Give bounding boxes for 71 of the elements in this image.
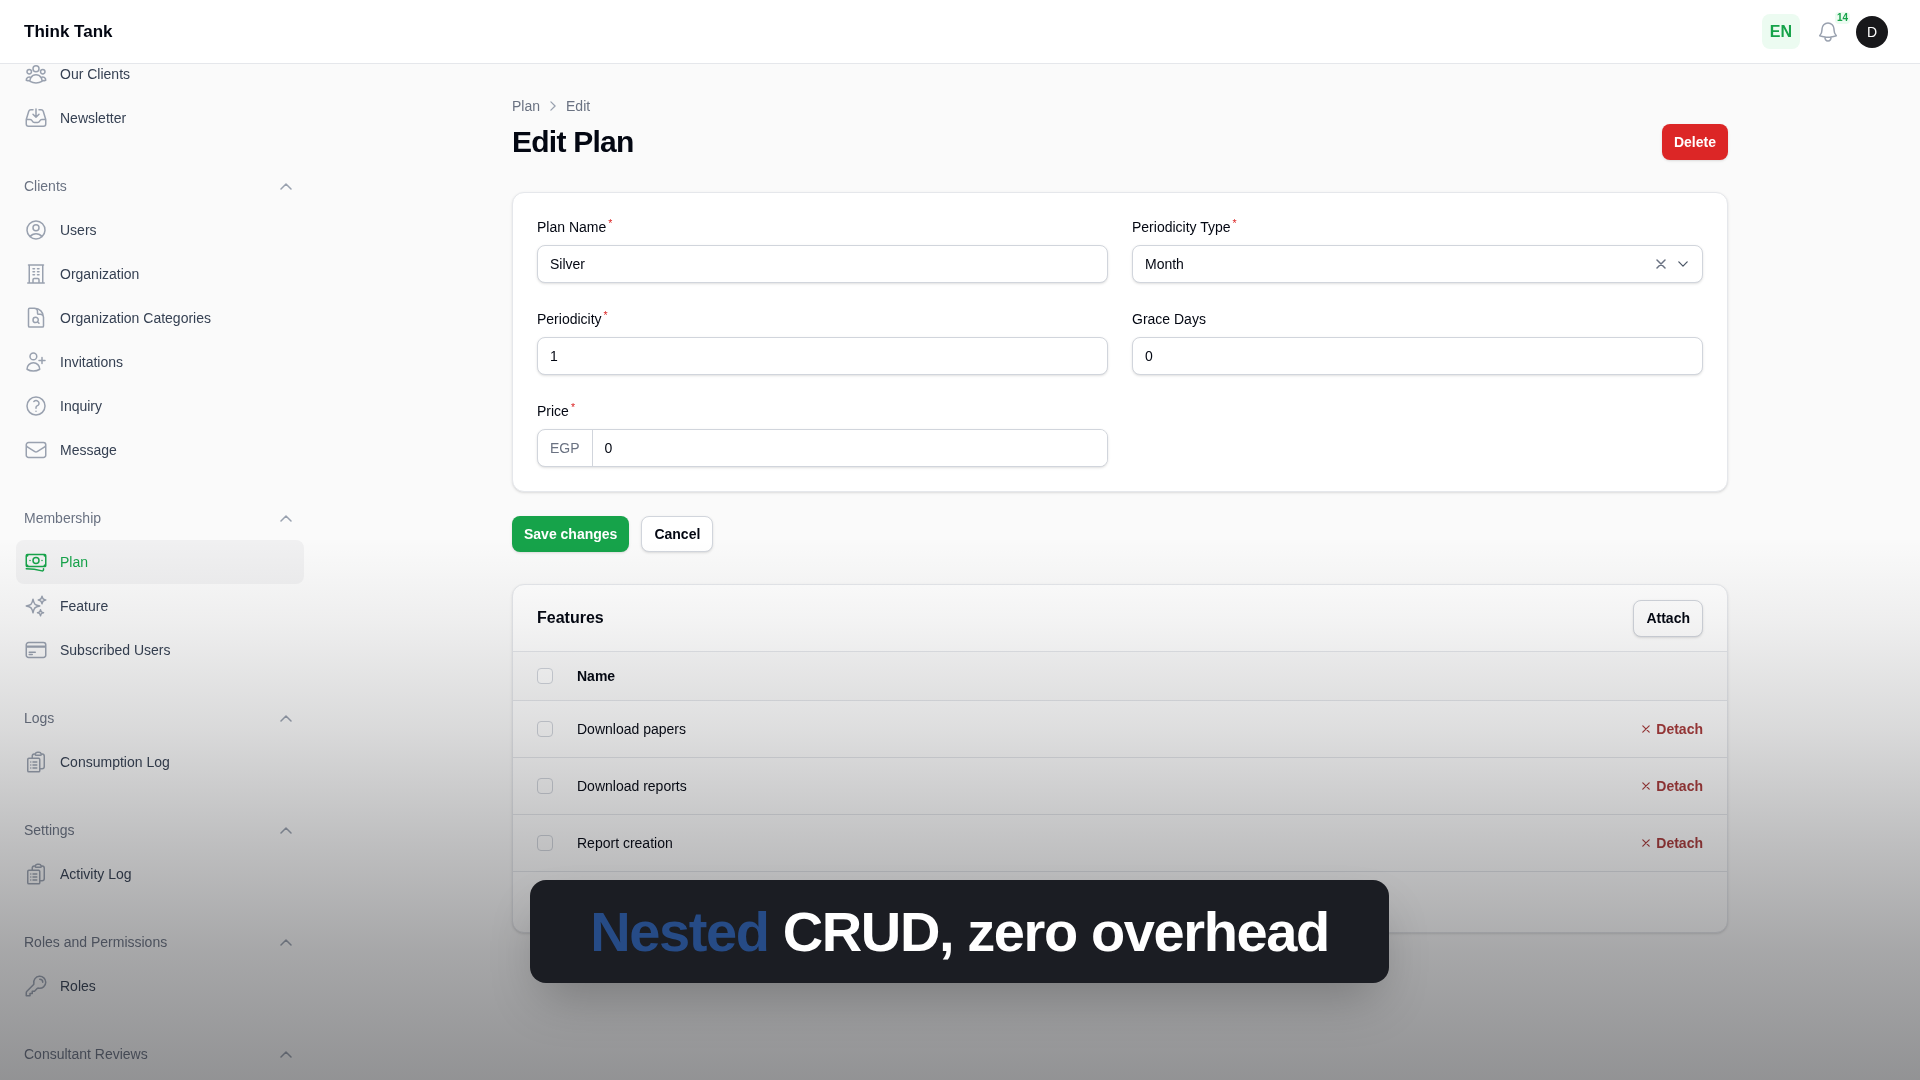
row-checkbox[interactable] (537, 721, 553, 737)
sidebar-item[interactable]: Subscribed Users (16, 628, 304, 672)
sidebar-item[interactable]: Activity Log (16, 852, 304, 896)
caption-text: Nested CRUD, zero overhead (590, 903, 1329, 960)
table-cell-text: Download papers (577, 720, 686, 739)
inbox-download-icon (24, 106, 48, 130)
sidebar-item[interactable]: Feature (16, 584, 304, 628)
cancel-button[interactable]: Cancel (641, 516, 714, 552)
chevron-up-icon (280, 826, 292, 834)
chevron-up-icon (280, 1050, 292, 1058)
sidebar-group-header[interactable]: Settings (16, 808, 304, 852)
clipboard-list-icon (24, 862, 48, 886)
chevron-right-icon (550, 101, 557, 111)
field-label: Plan Name$^{*}$ (537, 217, 614, 237)
field-label: Periodicity Type$^{*}$ (1132, 217, 1238, 237)
sidebar-item[interactable]: Users (16, 208, 304, 252)
sparkles-icon (24, 594, 48, 618)
text-input[interactable]: 0 (1132, 337, 1703, 375)
select-all-checkbox[interactable] (537, 668, 553, 684)
brand-name[interactable]: Think Tank (24, 18, 113, 45)
user-group-icon (24, 64, 48, 86)
chevron-down-icon[interactable] (1678, 261, 1688, 267)
x-icon (1642, 782, 1651, 790)
section-title: Features (537, 608, 604, 628)
price-field[interactable]: EGP 0 (537, 429, 1108, 467)
user-avatar[interactable]: D (1856, 15, 1888, 48)
sidebar-item[interactable]: Our Clients (16, 64, 304, 96)
clear-icon[interactable] (1656, 259, 1666, 269)
row-checkbox[interactable] (537, 835, 553, 851)
row-checkbox[interactable] (537, 778, 553, 794)
sidebar-item[interactable]: Roles (16, 964, 304, 1008)
select-field[interactable]: Month (1132, 245, 1703, 283)
currency-prefix: EGP (538, 430, 593, 466)
notification-badge: 14 (1834, 11, 1850, 24)
sidebar-item[interactable]: Organization (16, 252, 304, 296)
table-cell-text: Report creation (577, 834, 673, 853)
detach-button[interactable]: Detach (1642, 833, 1703, 853)
key-icon (24, 974, 48, 998)
page-title: Edit Plan (512, 124, 634, 160)
sidebar-item[interactable]: Invitations (16, 340, 304, 384)
sidebar-item[interactable]: Inquiry (16, 384, 304, 428)
field-label: Grace Days (1132, 310, 1207, 329)
text-input[interactable]: Silver (537, 245, 1108, 283)
detach-button[interactable]: Detach (1642, 776, 1703, 796)
detach-button[interactable]: Detach (1642, 719, 1703, 739)
x-icon (1642, 839, 1651, 847)
chevron-up-icon (280, 938, 292, 946)
sidebar-item[interactable]: Organization Categories (16, 296, 304, 340)
breadcrumb-link[interactable]: Plan (512, 96, 541, 116)
attach-button[interactable]: Attach (1633, 599, 1703, 637)
sidebar-group-header[interactable]: Clients (16, 164, 304, 208)
text-input[interactable]: 1 (537, 337, 1108, 375)
table-cell-text: Download reports (577, 777, 687, 796)
sidebar-group-header[interactable]: Logs (16, 696, 304, 740)
bell-icon[interactable] (1816, 19, 1840, 44)
sidebar-group-header[interactable]: Membership (16, 496, 304, 540)
x-icon (1642, 725, 1651, 733)
chevron-up-icon (280, 514, 292, 522)
breadcrumb-current: Edit (566, 97, 591, 116)
chevron-up-icon (280, 714, 292, 722)
sidebar-item[interactable]: Consumption Log (16, 740, 304, 784)
column-header[interactable]: Name (577, 666, 616, 686)
delete-button[interactable]: Delete (1661, 124, 1728, 160)
building-icon (24, 262, 48, 286)
field-label: Price$^{*}$ (537, 401, 576, 421)
user-plus-icon (24, 350, 48, 374)
field-label: Periodicity$^{*}$ (537, 309, 609, 329)
clipboard-list-icon (24, 750, 48, 774)
sidebar-item[interactable]: Message (16, 428, 304, 472)
sidebar-item[interactable]: Newsletter (16, 96, 304, 140)
chevron-up-icon (280, 182, 292, 190)
